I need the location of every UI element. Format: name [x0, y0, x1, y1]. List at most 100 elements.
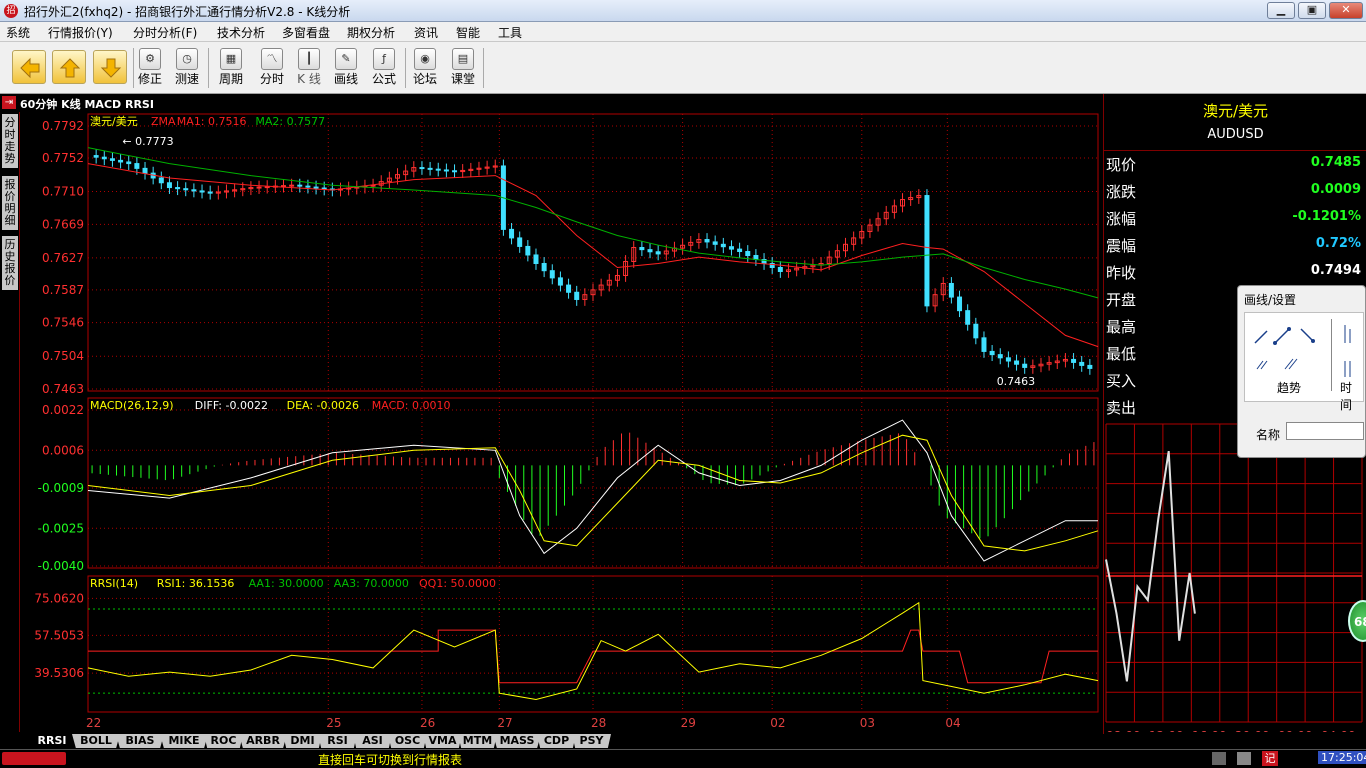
tab-vma[interactable]: VMA	[423, 734, 462, 748]
menu-options[interactable]: 期权分析	[347, 24, 395, 41]
tab-timeshare[interactable]: 分时走势	[2, 114, 18, 168]
candle-body	[1071, 358, 1077, 363]
tab-arbr[interactable]: ARBR	[239, 734, 287, 748]
menu-tools[interactable]: 工具	[498, 24, 522, 41]
tab-rrsi[interactable]: RRSI	[28, 734, 76, 748]
period-button[interactable]: ▦ 周期	[213, 46, 249, 92]
formula-icon: ƒ	[373, 48, 395, 70]
tab-cdp[interactable]: CDP	[537, 734, 576, 748]
tab-boll[interactable]: BOLL	[72, 734, 120, 748]
mini-price-line	[1105, 450, 1196, 682]
y-tick-label: 0.7752	[42, 151, 84, 165]
tab-roc[interactable]: ROC	[204, 734, 243, 748]
quote-label: 开盘	[1106, 291, 1137, 309]
toolbar-separator	[208, 48, 209, 88]
menu-technical[interactable]: 技术分析	[217, 24, 265, 41]
chart-area[interactable]: 22 25 26 27 28 29 02 03 04 0.7792 0.7752 0.7710 0.76…	[20, 112, 1103, 733]
tab-psy[interactable]: PSY	[572, 734, 611, 748]
clock-icon: ◷	[176, 48, 198, 70]
menu-quotes[interactable]: 行情报价(Y)	[48, 24, 113, 41]
y-tick-label: -0.0025	[38, 521, 84, 535]
drawline-dialog[interactable]: 画线/设置 趋势 时间 名称	[1237, 285, 1366, 458]
candle-body	[280, 185, 286, 188]
classroom-button[interactable]: ▤ 课堂	[445, 46, 481, 92]
candle-body	[1022, 363, 1028, 368]
indicator-legend: DIFF: -0.0022	[195, 399, 268, 412]
candle-body	[321, 187, 327, 190]
name-input[interactable]	[1286, 422, 1364, 440]
indicator-title: MACD(26,12,9)	[90, 399, 174, 412]
candle-body	[712, 241, 718, 245]
menu-multiwindow[interactable]: 多窗看盘	[282, 24, 330, 41]
tab-mass[interactable]: MASS	[493, 734, 541, 748]
tab-rsi[interactable]: RSI	[318, 734, 357, 748]
candle-body	[142, 167, 148, 174]
drawline-button[interactable]: ✎ 画线	[328, 46, 364, 92]
y-tick-label: 0.7504	[42, 349, 84, 363]
trend-line-icons[interactable]	[1249, 321, 1366, 381]
menu-system[interactable]: 系统	[6, 24, 30, 41]
formula-button[interactable]: ƒ 公式	[366, 46, 402, 92]
timeshare-label: 分时	[259, 72, 284, 86]
calendar-icon: ▦	[220, 48, 242, 70]
candle-body	[566, 284, 572, 293]
speedtest-button[interactable]: ◷ 测速	[169, 46, 205, 92]
close-button[interactable]: ✕	[1329, 2, 1363, 19]
candle-body	[101, 156, 107, 160]
indicator-legend: RSI1: 36.1536	[157, 577, 235, 590]
status-time: 17:25:04	[1318, 751, 1366, 764]
status-icon-2[interactable]	[1237, 752, 1251, 765]
indicator-legend: AA3: 70.0000	[334, 577, 409, 590]
exit-icon[interactable]: ⇥	[2, 96, 16, 109]
indicator-legend: MACD: 0.0010	[372, 399, 451, 412]
candle-body	[981, 337, 987, 352]
toolbar: ⚙ 修正 ◷ 测速 ▦ 周期 〽分时 ┃ K 线 ✎ 画线 ƒ 公式 ◉ 论坛 ▤ 课堂	[0, 42, 1366, 94]
tab-bias[interactable]: BIAS	[116, 734, 164, 748]
dialog-title: 画线/设置	[1244, 293, 1297, 307]
tab-mike[interactable]: MIKE	[160, 734, 208, 748]
y-tick-label: 0.7627	[42, 251, 84, 265]
status-icon-1[interactable]	[1212, 752, 1226, 765]
status-scroller[interactable]	[2, 752, 66, 765]
tab-asi[interactable]: ASI	[353, 734, 392, 748]
menu-smart[interactable]: 智能	[456, 24, 480, 41]
pane-0: 0.7792 0.7752 0.7710 0.7669 0.7627 0.7587 0.75…	[42, 115, 1099, 396]
symbol-name: 澳元/美元	[1202, 102, 1269, 120]
maximize-button[interactable]: ▣	[1298, 2, 1326, 19]
quote-value: 0.7485	[1310, 155, 1361, 170]
y-tick-label: 0.7669	[42, 217, 84, 231]
window-titlebar: 招 招行外汇2(fxhq2) - 招商银行外汇通行情分析V2.8 - K线分析 …	[0, 0, 1366, 22]
candle-body	[1014, 360, 1020, 365]
menu-timeshare[interactable]: 分时分析(F)	[133, 24, 197, 41]
candle-body	[728, 246, 734, 250]
tab-mtm[interactable]: MTM	[458, 734, 497, 748]
pane-1: 0.0022 0.0006 -0.0009 -0.0025 -0.0040 MACD(26…	[38, 399, 1099, 573]
tab-quote-detail[interactable]: 报价明细	[2, 176, 18, 230]
forum-button[interactable]: ◉ 论坛	[407, 46, 443, 92]
quote-row: 涨幅 -0.1201%	[1104, 204, 1366, 231]
app-logo-icon: 招	[4, 4, 18, 18]
tab-history-quote[interactable]: 历史报价	[2, 236, 18, 290]
indicator-tabs: RRSI BOLL BIAS MIKE ROC ARBR DMI RSI ASI OSC VMA MT…	[0, 733, 1103, 749]
mini-time-label: 20:00	[1235, 729, 1270, 732]
up-arrow-button[interactable]	[52, 50, 86, 84]
down-arrow-button[interactable]	[93, 50, 127, 84]
quote-label: 震幅	[1106, 237, 1137, 255]
side-tabs: 分时走势 报价明细 历史报价	[0, 112, 20, 732]
tab-dmi[interactable]: DMI	[283, 734, 322, 748]
left-arrow-button[interactable]	[12, 50, 46, 84]
correct-button[interactable]: ⚙ 修正	[132, 46, 168, 92]
indicator-legend: AA1: 30.0000	[249, 577, 324, 590]
toolbar-separator	[405, 48, 406, 88]
menu-news[interactable]: 资讯	[414, 24, 438, 41]
y-tick-label: -0.0040	[38, 559, 84, 573]
low-annotation: 0.7463	[997, 375, 1036, 388]
timeshare-button[interactable]: 〽分时	[254, 46, 290, 92]
candle-body	[1079, 361, 1085, 366]
mini-time-label: 04:00	[1321, 729, 1356, 732]
minimize-button[interactable]: ▁	[1267, 2, 1295, 19]
candle-body	[199, 190, 205, 193]
mini-timeshare-chart[interactable]: 08:00 12:00 16:00 20:00 00:00 04:00	[1104, 422, 1366, 732]
tab-osc[interactable]: OSC	[388, 734, 427, 748]
kline-button[interactable]: ┃ K 线	[291, 46, 327, 92]
